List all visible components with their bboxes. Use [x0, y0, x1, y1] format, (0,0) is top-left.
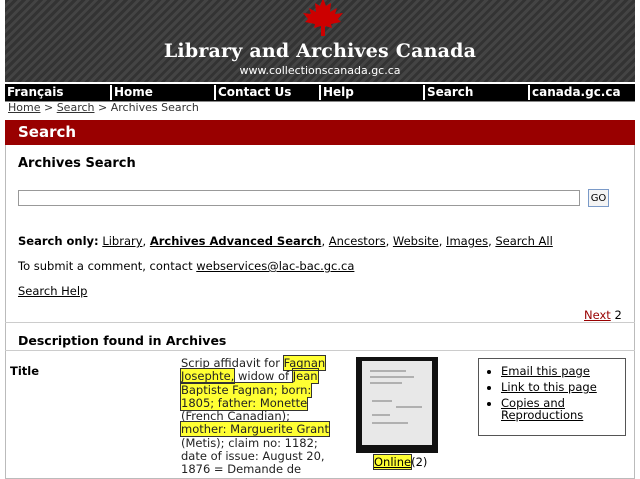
- search-input[interactable]: [18, 190, 580, 206]
- comment-line: To submit a comment, contact webservices…: [18, 259, 354, 273]
- comment-text: To submit a comment, contact: [18, 259, 197, 273]
- divider: [5, 322, 635, 323]
- page-number: 2: [614, 308, 622, 322]
- site-url: www.collectionscanada.gc.ca: [239, 64, 401, 77]
- search-title-bar: Search: [5, 120, 635, 145]
- pagination: Next 2: [584, 308, 622, 322]
- site-title: Library and Archives Canada: [163, 40, 477, 62]
- document-scribbles-icon: [370, 370, 422, 424]
- link-to-this-page-link[interactable]: Link to this page: [501, 380, 597, 394]
- search-only-label: Search only:: [18, 234, 99, 248]
- copies-and-reproductions-link[interactable]: Copies and Reproductions: [501, 396, 583, 422]
- nav-search[interactable]: Search: [423, 85, 473, 100]
- search-images-link[interactable]: Images: [446, 234, 488, 248]
- desc-text: Scrip affidavit for: [181, 356, 284, 370]
- archives-advanced-search-link[interactable]: Archives Advanced Search: [150, 234, 322, 248]
- breadcrumb-home[interactable]: Home: [8, 101, 40, 114]
- search-ancestors-link[interactable]: Ancestors: [329, 234, 386, 248]
- nav-home[interactable]: Home: [110, 85, 153, 100]
- online-line: Online(2): [372, 454, 428, 470]
- desc-text: (Metis); claim no: 1182; date of issue: …: [181, 435, 325, 477]
- title-field-label: Title: [10, 364, 40, 378]
- document-thumbnail[interactable]: [356, 357, 438, 453]
- contact-email-link[interactable]: webservices@lac-bac.gc.ca: [196, 259, 354, 273]
- document-image: [362, 361, 432, 445]
- page-actions-box: Email this page Link to this page Copies…: [478, 358, 626, 436]
- nav-help[interactable]: Help: [319, 85, 354, 100]
- breadcrumb-separator: >: [94, 101, 111, 114]
- breadcrumb-separator: >: [40, 101, 57, 114]
- nav-canada-gc-ca[interactable]: canada.gc.ca: [528, 85, 621, 100]
- divider: [5, 350, 635, 351]
- nav-francais[interactable]: Français: [5, 85, 63, 100]
- go-button[interactable]: GO: [588, 189, 609, 207]
- breadcrumb: Home > Search > Archives Search: [8, 101, 199, 114]
- search-all-link[interactable]: Search All: [495, 234, 552, 248]
- nav-contact-us[interactable]: Contact Us: [214, 85, 291, 100]
- description-heading: Description found in Archives: [18, 333, 227, 348]
- top-nav: Français Home Contact Us Help Search can…: [5, 84, 635, 102]
- breadcrumb-search[interactable]: Search: [57, 101, 95, 114]
- desc-text: widow of: [234, 369, 293, 384]
- site-header: Library and Archives Canada www.collecti…: [5, 0, 635, 82]
- next-link[interactable]: Next: [584, 308, 611, 322]
- record-description: Scrip affidavit for Fagnan Josephte, wid…: [179, 354, 336, 477]
- online-count: (2): [411, 455, 428, 469]
- search-only-links: Search only: Library, Archives Advanced …: [18, 234, 553, 248]
- maple-leaf-icon: [303, 0, 343, 36]
- search-website-link[interactable]: Website: [393, 234, 439, 248]
- search-help-link[interactable]: Search Help: [18, 284, 87, 298]
- archives-search-heading: Archives Search: [18, 156, 136, 171]
- email-this-page-link[interactable]: Email this page: [501, 364, 590, 378]
- search-bar-title: Search: [18, 123, 77, 141]
- breadcrumb-current: Archives Search: [110, 101, 199, 114]
- online-link[interactable]: Online: [372, 454, 413, 470]
- search-library-link[interactable]: Library: [102, 234, 142, 248]
- desc-highlight: mother: Marguerite Grant: [180, 421, 330, 438]
